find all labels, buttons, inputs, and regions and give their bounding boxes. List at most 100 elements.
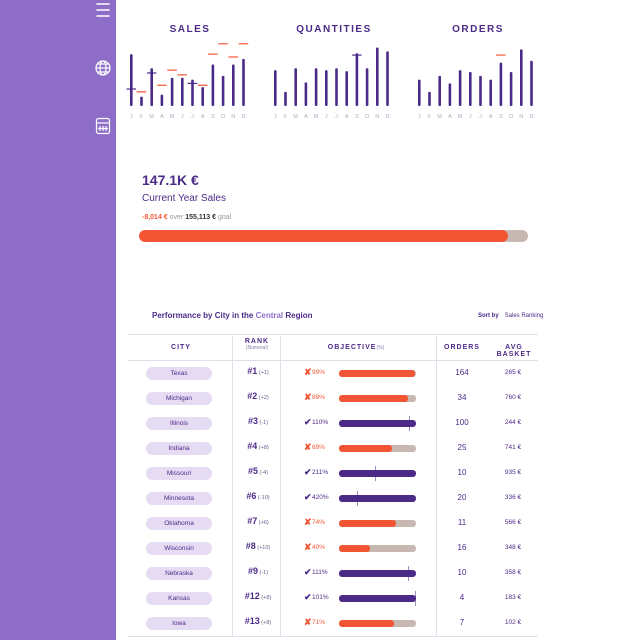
city-pill[interactable]: Oklahoma: [146, 517, 212, 530]
orders-value: 20: [457, 493, 467, 502]
city-pill[interactable]: Missouri: [146, 467, 212, 480]
rank-cell: #12 (+8): [238, 591, 278, 601]
check-icon: ✔: [304, 567, 312, 577]
objective-target-marker: [357, 491, 359, 506]
kpi-progress-fill: [139, 230, 508, 242]
bar[interactable]: [170, 77, 174, 106]
region-highlight[interactable]: Central: [256, 311, 284, 320]
avg-basket-value: 741 €: [504, 444, 522, 451]
bar[interactable]: [509, 72, 513, 106]
title-suffix: Region: [283, 311, 313, 320]
bar[interactable]: [438, 75, 441, 106]
objective-bar: [339, 470, 416, 477]
kpi-goal-value: 155,113 €: [185, 214, 216, 221]
table-row[interactable]: Oklahoma #7 (+6) ✘ 74% 11 566 €: [128, 511, 538, 536]
bar[interactable]: [294, 68, 297, 106]
objective-bar: [339, 545, 416, 552]
month-tick-label: M: [293, 114, 298, 120]
city-pill[interactable]: Illinois: [146, 417, 212, 430]
bar[interactable]: [428, 91, 431, 106]
bar[interactable]: [211, 64, 215, 106]
table-row[interactable]: Iowa #13 (+8) ✘ 71% 7 102 €: [128, 611, 538, 636]
bar[interactable]: [232, 64, 235, 106]
bar[interactable]: [181, 77, 184, 106]
city-pill[interactable]: Nebraska: [146, 567, 212, 580]
month-tick-label: A: [304, 114, 308, 120]
cross-icon: ✘: [304, 617, 312, 627]
sort-control[interactable]: Sort by Sales Ranking: [478, 313, 543, 319]
month-tick-label: O: [509, 114, 514, 120]
objective-bar-fill: [339, 370, 416, 377]
objective-bar-fill: [339, 545, 370, 552]
bar[interactable]: [376, 47, 379, 106]
city-pill[interactable]: Indiana: [146, 442, 212, 455]
table-row[interactable]: Texas #1 (+1) ✘ 99% 164 265 €: [128, 361, 538, 386]
bar[interactable]: [520, 49, 523, 106]
bar[interactable]: [530, 60, 533, 106]
bar[interactable]: [150, 68, 153, 106]
table-row[interactable]: Michigan #2 (+2) ✘ 89% 34 760 €: [128, 386, 538, 411]
rank-change: (+6): [257, 520, 269, 526]
menu-icon[interactable]: [94, 0, 112, 24]
bar[interactable]: [284, 91, 287, 106]
bar[interactable]: [335, 68, 338, 106]
city-pill[interactable]: Minnesota: [146, 492, 212, 505]
bar[interactable]: [386, 51, 389, 106]
orders-value: 7: [459, 618, 465, 627]
bar[interactable]: [221, 75, 225, 106]
header-avg-basket[interactable]: AVG BASKET: [488, 344, 540, 358]
month-tick-label: F: [428, 114, 432, 120]
objective-percent: 211%: [312, 469, 329, 476]
header-objective[interactable]: OBJECTIVE(%): [300, 344, 412, 351]
city-pill[interactable]: Kansas: [146, 592, 212, 605]
table-row[interactable]: Wisconsin #8 (+10) ✘ 40% 16 348 €: [128, 536, 538, 561]
bar[interactable]: [418, 79, 421, 106]
header-orders[interactable]: ORDERS: [440, 344, 484, 351]
bar[interactable]: [355, 53, 359, 106]
table-row[interactable]: Nebraska #9 (-1) ✔ 111% 10 358 €: [128, 561, 538, 586]
bar[interactable]: [242, 58, 245, 106]
month-tick-label: J: [418, 114, 421, 120]
bar[interactable]: [140, 96, 143, 106]
table-row[interactable]: Indiana #4 (+8) ✘ 69% 25 741 €: [128, 436, 538, 461]
bar[interactable]: [489, 79, 492, 106]
bar[interactable]: [201, 87, 204, 106]
table-row[interactable]: Missouri #5 (-4) ✔ 211% 10 935 €: [128, 461, 538, 486]
bar[interactable]: [274, 70, 277, 106]
month-tick-label: M: [437, 114, 442, 120]
bar[interactable]: [325, 70, 328, 106]
bar[interactable]: [345, 71, 348, 106]
bar[interactable]: [458, 70, 462, 106]
table-row[interactable]: Kansas #12 (+8) ✔ 101% 4 183 €: [128, 586, 538, 611]
objective-target-marker: [408, 566, 410, 581]
avg-basket-value: 336 €: [504, 494, 522, 501]
bar[interactable]: [130, 54, 133, 106]
city-pill[interactable]: Iowa: [146, 617, 212, 630]
cross-icon: ✘: [304, 392, 312, 402]
bar[interactable]: [365, 68, 369, 106]
table-row[interactable]: Minnesota #6 (-10) ✔ 420% 20 336 €: [128, 486, 538, 511]
bar[interactable]: [448, 83, 452, 106]
bar[interactable]: [160, 94, 164, 106]
city-pill[interactable]: Texas: [146, 367, 212, 380]
bar[interactable]: [479, 75, 482, 106]
rank-cell: #13 (+8): [238, 616, 278, 626]
header-rank[interactable]: RANK (Numeral): [236, 338, 278, 351]
objective-bar: [339, 595, 416, 602]
header-city[interactable]: CITY: [150, 344, 212, 351]
bar[interactable]: [314, 68, 318, 106]
divider: [128, 334, 538, 335]
globe-icon[interactable]: [94, 56, 112, 80]
sort-value[interactable]: Sales Ranking: [505, 313, 544, 319]
calendar-icon[interactable]: [94, 114, 112, 138]
bar[interactable]: [499, 62, 503, 106]
objective-bar: [339, 570, 416, 577]
rank-change: (-4): [257, 470, 269, 476]
city-pill[interactable]: Michigan: [146, 392, 212, 405]
month-tick-label: A: [448, 114, 452, 120]
table-row[interactable]: Illinois #3 (-1) ✔ 110% 100 244 €: [128, 411, 538, 436]
city-pill[interactable]: Wisconsin: [146, 542, 212, 555]
bar[interactable]: [469, 72, 472, 106]
bar[interactable]: [304, 82, 308, 106]
chart-title: QUANTITIES: [296, 24, 372, 35]
